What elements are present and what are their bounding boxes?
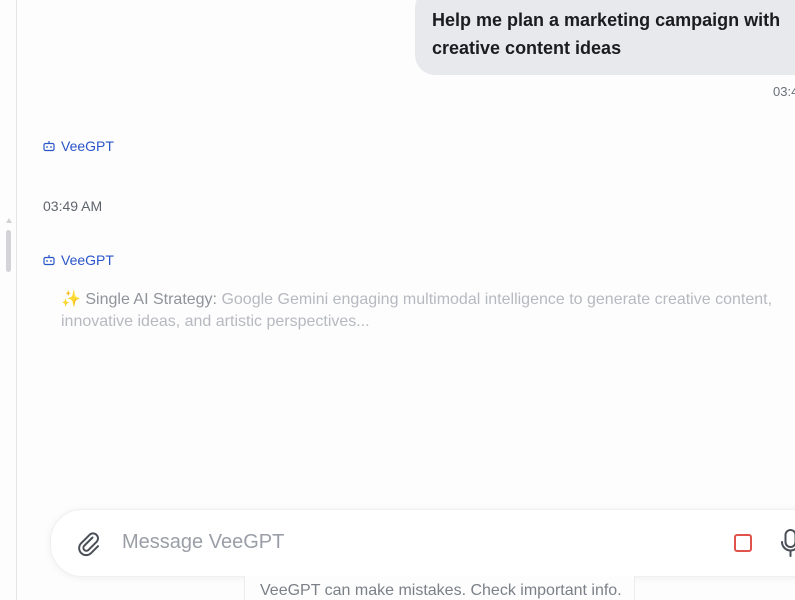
status-prefix: ✨ Single AI Strategy:	[61, 291, 217, 308]
scrollbar-thumb[interactable]	[6, 230, 11, 272]
bot-icon	[43, 255, 55, 266]
assistant-sender-name: VeeGPT	[61, 252, 114, 268]
scroll-up-arrow[interactable]	[6, 218, 12, 223]
message-composer	[50, 509, 795, 577]
assistant-message-time: 03:49 AM	[43, 198, 103, 214]
paperclip-icon[interactable]	[73, 528, 103, 558]
chat-window: Help me plan a marketing campaign with c…	[0, 0, 795, 600]
user-message-bubble: Help me plan a marketing campaign with c…	[415, 0, 795, 75]
user-message-time: 03:4	[773, 84, 795, 99]
sidebar-divider	[16, 0, 17, 600]
stop-icon[interactable]	[734, 534, 752, 552]
assistant-sender-label: VeeGPT	[43, 252, 114, 268]
microphone-icon[interactable]	[779, 528, 795, 558]
assistant-sender-label: VeeGPT	[43, 138, 114, 154]
assistant-sender-name: VeeGPT	[61, 138, 114, 154]
assistant-status-text: ✨ Single AI Strategy: Google Gemini enga…	[61, 289, 795, 333]
bot-icon	[43, 141, 55, 152]
user-message-text: Help me plan a marketing campaign with c…	[432, 10, 781, 58]
disclaimer-text: VeeGPT can make mistakes. Check importan…	[260, 582, 622, 599]
scrollbar[interactable]	[5, 218, 13, 278]
message-input[interactable]	[120, 524, 684, 560]
